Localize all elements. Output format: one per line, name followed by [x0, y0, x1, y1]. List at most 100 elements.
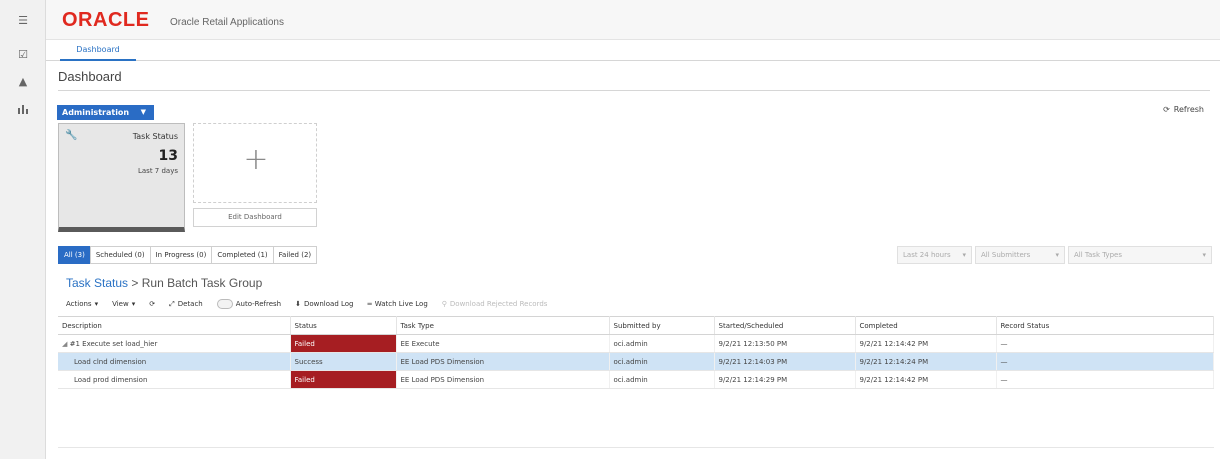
filter-tab-scheduled[interactable]: Scheduled (0)	[89, 246, 151, 264]
tab-dashboard[interactable]: Dashboard	[60, 40, 136, 61]
table-row[interactable]: Load clnd dimension Success EE Load PDS …	[58, 352, 1214, 371]
chevron-down-icon: ▾	[94, 300, 99, 308]
task-type-select[interactable]: All Task Types ▾	[1068, 246, 1212, 264]
description-cell: ◢ #1 Execute set load_hier	[58, 334, 291, 353]
breadcrumb-task-status[interactable]: Task Status	[66, 276, 128, 290]
auto-refresh-toggle[interactable]: Auto-Refresh	[216, 299, 282, 309]
tile-label: Task Status	[132, 132, 178, 141]
chevron-down-icon: ▾	[131, 300, 136, 308]
description-text: #1 Execute set load_hier	[69, 339, 158, 348]
status-badge: Failed	[290, 370, 397, 389]
started-cell: 9/2/21 12:14:29 PM	[714, 370, 856, 389]
tasks-icon[interactable]: ☑	[12, 44, 34, 64]
plus-icon: +	[243, 142, 269, 177]
column-header[interactable]: Record Status	[996, 316, 1214, 335]
submitted-by-cell: oci.admin	[609, 352, 715, 371]
task-type-cell: EE Execute	[396, 334, 610, 353]
search-icon: ⚲	[441, 300, 447, 308]
completed-cell: 9/2/21 12:14:42 PM	[855, 334, 997, 353]
left-rail: ☰ ☑ ▲	[0, 0, 46, 459]
record-status-cell: —	[996, 370, 1214, 389]
submitter-select[interactable]: All Submitters ▾	[975, 246, 1065, 264]
download-log-button[interactable]: ⬇ Download Log	[295, 300, 353, 308]
filter-tab-failed[interactable]: Failed (2)	[272, 246, 318, 264]
table-row[interactable]: Load prod dimension Failed EE Load PDS D…	[58, 370, 1214, 389]
column-header[interactable]: Completed	[855, 316, 997, 335]
started-cell: 9/2/21 12:14:03 PM	[714, 352, 856, 371]
edit-dashboard-button[interactable]: Edit Dashboard	[193, 208, 317, 227]
completed-cell: 9/2/21 12:14:24 PM	[855, 352, 997, 371]
menu-icon[interactable]: ☰	[12, 10, 34, 30]
app-name: Oracle Retail Applications	[170, 17, 284, 28]
actions-menu[interactable]: Actions ▾	[66, 300, 98, 308]
divider	[58, 447, 1214, 448]
started-cell: 9/2/21 12:13:50 PM	[714, 334, 856, 353]
chevron-down-icon: ▾	[962, 251, 966, 259]
collapse-icon[interactable]: ◢	[62, 340, 70, 348]
task-status-tile[interactable]: 🔧 Task Status 13 Last 7 days	[58, 123, 185, 232]
toggle-switch[interactable]	[216, 299, 233, 309]
submitted-by-cell: oci.admin	[609, 334, 715, 353]
download-rejected-label: Download Rejected Records	[449, 300, 548, 308]
view-label: View	[112, 300, 129, 308]
detach-label: Detach	[177, 300, 203, 308]
watch-live-log-button[interactable]: ═ Watch Live Log	[368, 300, 428, 308]
breadcrumb: Task Status > Run Batch Task Group	[66, 276, 262, 290]
time-range-value: Last 24 hours	[903, 251, 951, 259]
watch-live-log-label: Watch Live Log	[374, 300, 428, 308]
add-tile[interactable]: +	[193, 123, 317, 203]
wrench-icon[interactable]: 🔧	[65, 130, 77, 141]
record-status-cell: —	[996, 334, 1214, 353]
detach-button[interactable]: ⤢ Detach	[169, 300, 203, 309]
submitter-value: All Submitters	[981, 251, 1031, 259]
refresh-icon: ⟳	[149, 300, 156, 308]
refresh-button[interactable]: ⟳ Refresh	[1163, 105, 1204, 114]
filter-tab-in-progress[interactable]: In Progress (0)	[149, 246, 213, 264]
download-icon: ⬇	[295, 300, 301, 308]
table-header-row: Description Status Task Type Submitted b…	[58, 316, 1214, 335]
task-type-cell: EE Load PDS Dimension	[396, 352, 610, 371]
notifications-icon[interactable]: ▲	[12, 71, 34, 91]
table-row[interactable]: ◢ #1 Execute set load_hier Failed EE Exe…	[58, 334, 1214, 353]
grid-refresh-button[interactable]: ⟳	[149, 300, 155, 308]
refresh-label: Refresh	[1173, 105, 1204, 114]
description-cell: Load clnd dimension	[58, 352, 291, 371]
auto-refresh-label: Auto-Refresh	[235, 300, 282, 308]
chevron-down-icon: ▼	[140, 108, 146, 116]
grid-toolbar: Actions ▾ View ▾ ⟳ ⤢ Detach Auto-Refresh ⬇ D…	[66, 297, 561, 311]
filter-tab-completed[interactable]: Completed (1)	[211, 246, 274, 264]
refresh-icon: ⟳	[1163, 105, 1170, 114]
column-header[interactable]: Submitted by	[609, 316, 715, 335]
divider	[58, 90, 1210, 91]
column-header[interactable]: Status	[290, 316, 397, 335]
breadcrumb-separator: >	[131, 276, 139, 290]
tile-period: Last 7 days	[137, 167, 178, 175]
download-rejected-records-button[interactable]: ⚲ Download Rejected Records	[442, 300, 548, 308]
detach-icon: ⤢	[169, 299, 175, 308]
task-type-value: All Task Types	[1074, 251, 1122, 259]
status-badge: Success	[290, 352, 397, 371]
chevron-down-icon: ▾	[1202, 251, 1206, 259]
administration-label: Administration	[62, 108, 130, 117]
administration-dropdown[interactable]: Administration ▼	[57, 105, 154, 120]
column-header[interactable]: Started/Scheduled	[714, 316, 856, 335]
tab-bar: Dashboard	[46, 40, 1220, 61]
column-header[interactable]: Description	[58, 316, 291, 335]
page-title: Dashboard	[58, 69, 122, 84]
column-header[interactable]: Task Type	[396, 316, 610, 335]
download-log-label: Download Log	[303, 300, 354, 308]
time-range-select[interactable]: Last 24 hours ▾	[897, 246, 972, 264]
breadcrumb-current: Run Batch Task Group	[141, 276, 263, 290]
oracle-logo: ORACLE	[62, 9, 150, 31]
actions-label: Actions	[66, 300, 92, 308]
submitted-by-cell: oci.admin	[609, 370, 715, 389]
app-header: ORACLE Oracle Retail Applications	[46, 0, 1220, 40]
view-menu[interactable]: View ▾	[112, 300, 135, 308]
filter-tab-all[interactable]: All (3)	[58, 246, 91, 264]
task-type-cell: EE Load PDS Dimension	[396, 370, 610, 389]
completed-cell: 9/2/21 12:14:42 PM	[855, 370, 997, 389]
live-log-icon: ═	[367, 300, 372, 308]
record-status-cell: —	[996, 352, 1214, 371]
reports-icon[interactable]	[12, 99, 34, 119]
chevron-down-icon: ▾	[1055, 251, 1059, 259]
